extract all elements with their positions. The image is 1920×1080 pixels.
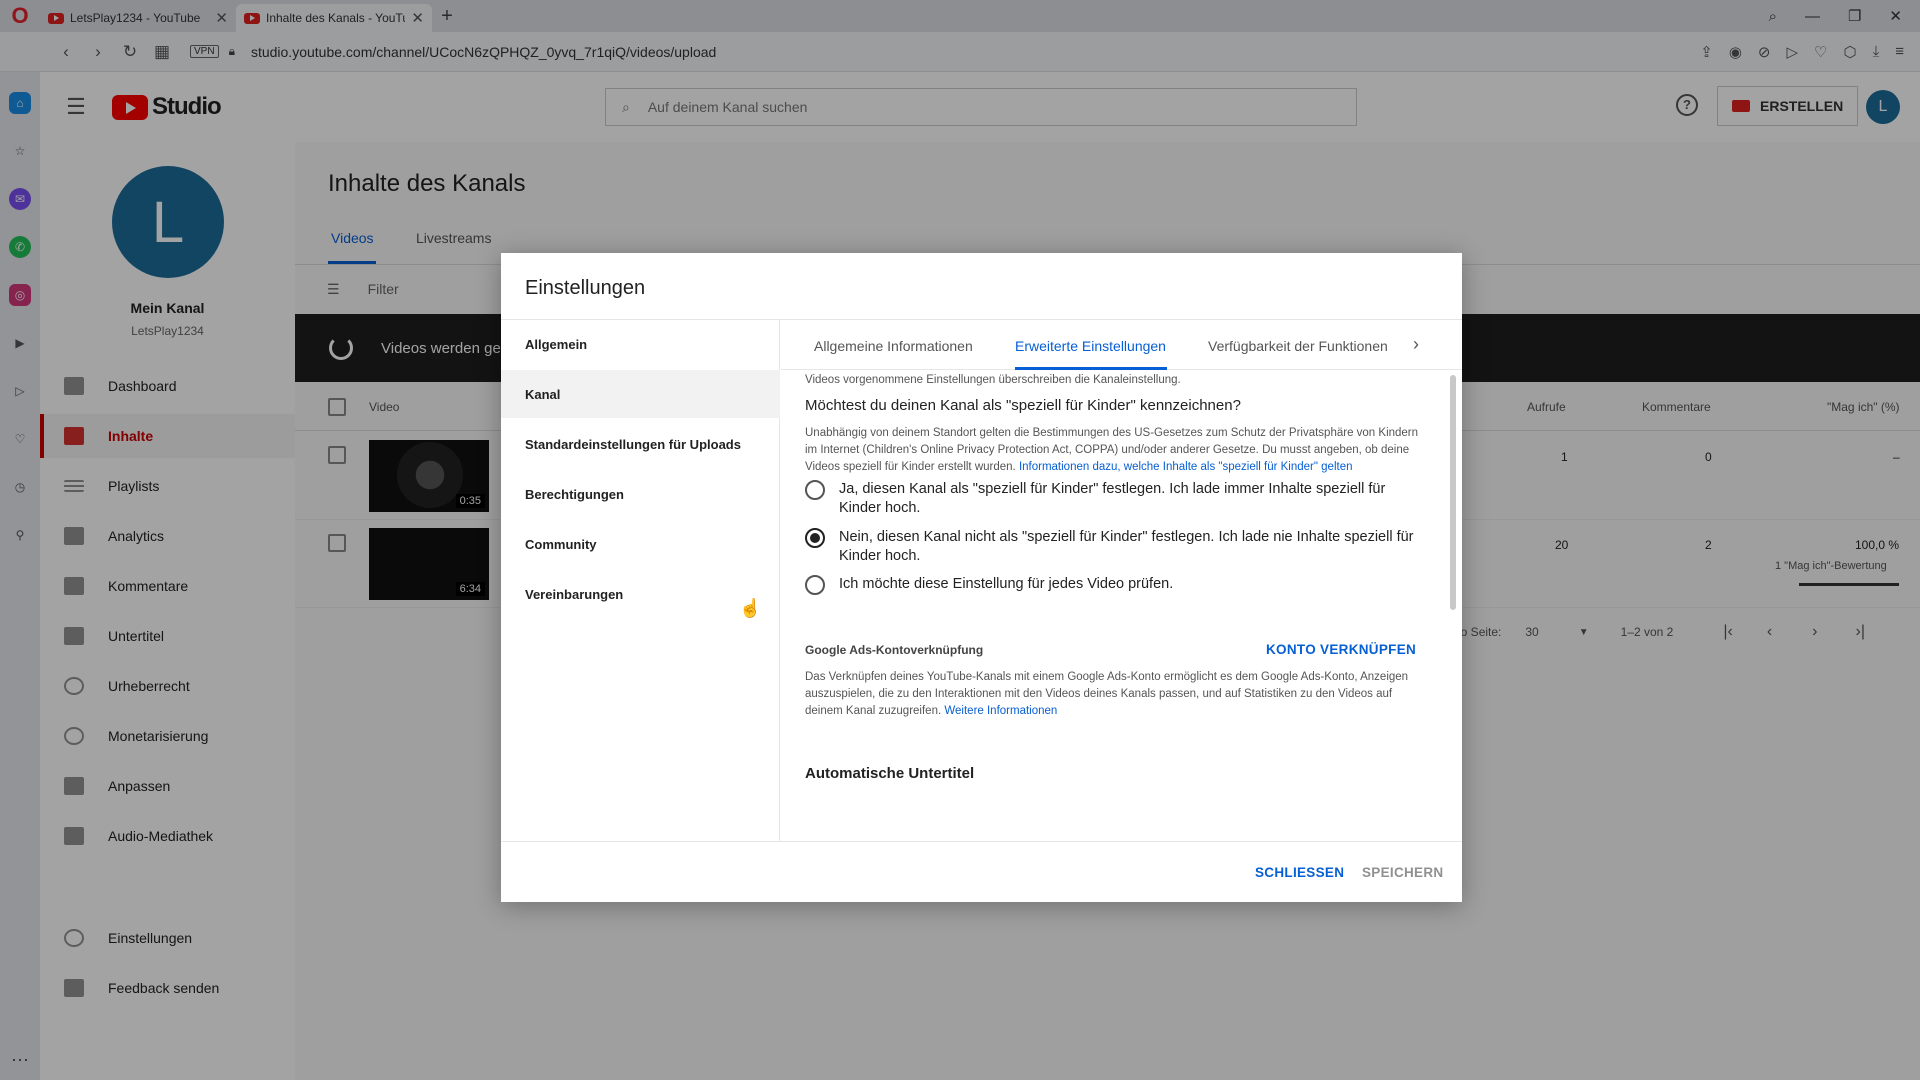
settings-nav-community[interactable]: Community [501,520,780,568]
ads-section-title: Google Ads-Kontoverknüpfung [805,643,984,657]
settings-nav-kanal[interactable]: Kanal [501,370,780,418]
radio-option-no[interactable]: Nein, diesen Kanal nicht als "speziell f… [805,528,1425,566]
radio-button[interactable] [805,575,825,595]
radio-button[interactable] [805,480,825,500]
link-account-button[interactable]: KONTO VERKNÜPFEN [1266,642,1416,657]
radio-option-per-video[interactable]: Ich möchte diese Einstellung für jedes V… [805,575,1425,595]
radio-button-checked[interactable] [805,528,825,548]
ads-description-text: Das Verknüpfen deines YouTube-Kanals mit… [805,671,1409,717]
truncated-text: Videos vorgenommene Einstellungen übersc… [805,374,1181,386]
active-tab-indicator [1015,367,1167,370]
settings-tabs: Allgemeine Informationen Erweiterte Eins… [781,320,1462,370]
close-button[interactable]: SCHLIESSEN [1255,865,1344,880]
auto-subtitles-heading: Automatische Untertitel [805,765,975,782]
scrollbar[interactable] [1450,375,1456,610]
tab-verfuegbarkeit[interactable]: Verfügbarkeit der Funktionen [1208,338,1388,354]
radio-label: Nein, diesen Kanal nicht als "speziell f… [839,529,1414,564]
tab-erweiterte-einstellungen[interactable]: Erweiterte Einstellungen [1015,338,1166,354]
radio-label: Ich möchte diese Einstellung für jedes V… [839,576,1174,592]
kids-question: Möchtest du deinen Kanal als "speziell f… [805,397,1241,414]
settings-nav-upload-defaults[interactable]: Standardeinstellungen für Uploads [501,420,780,468]
settings-panel: Allgemeine Informationen Erweiterte Eins… [781,320,1462,841]
mouse-cursor-icon: ☝ [739,598,762,618]
save-button[interactable]: SPEICHERN [1362,865,1443,880]
radio-option-yes[interactable]: Ja, diesen Kanal als "speziell für Kinde… [805,480,1425,518]
kids-description: Unabhängig von deinem Standort gelten di… [805,425,1425,476]
kids-info-link[interactable]: Informationen dazu, welche Inhalte als "… [1019,461,1353,473]
settings-nav-allgemein[interactable]: Allgemein [501,320,780,368]
divider [501,841,1462,842]
chevron-right-icon[interactable]: › [1413,334,1419,355]
ads-description: Das Verknüpfen deines YouTube-Kanals mit… [805,669,1415,720]
settings-dialog: Einstellungen Allgemein Kanal Standardei… [501,253,1462,902]
settings-nav: Allgemein Kanal Standardeinstellungen fü… [501,320,780,841]
ads-more-link[interactable]: Weitere Informationen [944,705,1057,717]
settings-nav-berechtigungen[interactable]: Berechtigungen [501,470,780,518]
dialog-title: Einstellungen [525,277,646,299]
radio-label: Ja, diesen Kanal als "speziell für Kinde… [839,481,1386,516]
tab-allgemeine-informationen[interactable]: Allgemeine Informationen [814,338,973,354]
